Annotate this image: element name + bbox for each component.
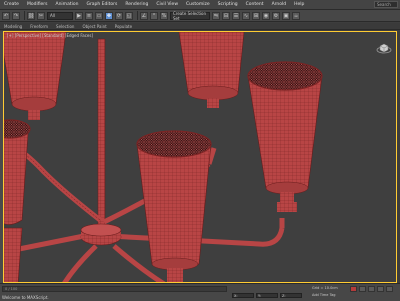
menu-item-create[interactable]: Create	[0, 2, 23, 7]
tab-freeform[interactable]: Freeform	[30, 24, 48, 29]
maxscript-listener[interactable]: Welcome to MAXScript.	[2, 295, 49, 300]
curve-editor-icon[interactable]: ∿	[242, 11, 250, 20]
arm-left-upper	[17, 147, 102, 222]
selection-filter-dropdown[interactable]: All	[47, 11, 73, 20]
viewport-label[interactable]: [+] [Perspective] [Standard] [Edged Face…	[7, 33, 93, 38]
align-icon[interactable]: ⊟	[222, 11, 230, 20]
play-icon[interactable]	[368, 286, 375, 292]
lamp-shade-bottom-left	[4, 227, 23, 282]
menu-item-scripting[interactable]: Scripting	[214, 2, 242, 7]
lamp-mesh-cap-center	[136, 130, 212, 158]
zoom-extents-icon[interactable]	[386, 286, 393, 292]
unlink-icon[interactable]: ✂	[37, 11, 45, 20]
tab-populate[interactable]: Populate	[115, 24, 132, 29]
center-stem	[97, 38, 106, 235]
toolbar-divider	[24, 11, 25, 20]
rotate-icon[interactable]: ⟳	[115, 11, 123, 20]
y-coord-field[interactable]: Y:	[256, 293, 278, 298]
menu-item-civil-view[interactable]: Civil View	[152, 2, 182, 7]
auto-key-icon[interactable]	[350, 286, 357, 292]
menu-item-help[interactable]: Help	[290, 2, 308, 7]
snap-icon[interactable]: ∠	[140, 11, 148, 20]
x-coord-field[interactable]: X:	[232, 293, 254, 298]
select-by-name-icon[interactable]: ≡	[85, 11, 93, 20]
lamp-shade-center	[136, 143, 212, 270]
move-icon[interactable]: ✥	[105, 11, 113, 20]
lamp-shade-right	[247, 75, 323, 194]
toolbar-divider	[137, 11, 138, 20]
layer-icon[interactable]: ☰	[232, 11, 240, 20]
schematic-icon[interactable]: ⊞	[252, 11, 260, 20]
undo-icon[interactable]: ↶	[2, 11, 10, 20]
link-icon[interactable]: ⛓	[27, 11, 35, 20]
arm-front-left	[62, 244, 98, 282]
render-setup-icon[interactable]: ⚙	[272, 11, 280, 20]
material-editor-icon[interactable]: ◉	[262, 11, 270, 20]
lamp-mesh-cap-right	[247, 61, 323, 91]
lamp-shade-left	[4, 125, 29, 225]
tab-modeling[interactable]: Modeling	[4, 24, 22, 29]
scale-icon[interactable]: ◱	[125, 11, 133, 20]
z-coord-field[interactable]: Z:	[280, 293, 302, 298]
status-bar: 0 / 100 Welcome to MAXScript. X: Y: Z: G…	[0, 283, 400, 301]
angle-snap-icon[interactable]: °	[150, 11, 158, 20]
menubar: Create Modifiers Animation Graph Editors…	[0, 0, 400, 10]
viewcube-icon[interactable]	[376, 40, 392, 56]
named-selection-input[interactable]: Create Selection Set	[170, 11, 210, 21]
percent-snap-icon[interactable]: %	[160, 11, 168, 20]
perspective-viewport[interactable]: [+] [Perspective] [Standard] [Edged Face…	[3, 31, 397, 283]
next-frame-icon[interactable]	[377, 286, 384, 292]
select-object-icon[interactable]: ▶	[75, 11, 83, 20]
play-back-icon[interactable]	[359, 286, 366, 292]
menu-item-animation[interactable]: Animation	[52, 2, 83, 7]
menu-item-arnold[interactable]: Arnold	[268, 2, 291, 7]
x-label: X:	[234, 293, 238, 298]
tab-selection[interactable]: Selection	[56, 24, 74, 29]
menu-item-content[interactable]: Content	[242, 2, 268, 7]
y-label: Y:	[258, 293, 261, 298]
ribbon-tabs: Modeling Freeform Selection Object Paint…	[0, 23, 400, 30]
render-frame-icon[interactable]: ▣	[282, 11, 290, 20]
menu-item-rendering[interactable]: Rendering	[121, 2, 152, 7]
arm-back-right	[105, 61, 182, 62]
time-slider[interactable]: 0 / 100	[2, 286, 227, 292]
menu-item-customize[interactable]: Customize	[182, 2, 214, 7]
main-toolbar: ↶ ↷ ⛓ ✂ All ▶ ≡ ▭ ✥ ⟳ ◱ ∠ ° % Create Sel…	[0, 10, 400, 22]
tab-object-paint[interactable]: Object Paint	[82, 24, 106, 29]
menu-item-modifiers[interactable]: Modifiers	[23, 2, 52, 7]
rectangle-selection-icon[interactable]: ▭	[95, 11, 103, 20]
mirror-icon[interactable]: ⇋	[212, 11, 220, 20]
redo-icon[interactable]: ↷	[12, 11, 20, 20]
chandelier-model	[4, 32, 323, 282]
add-time-tag-button[interactable]: Add Time Tag	[312, 293, 336, 297]
z-label: Z:	[282, 293, 286, 298]
search-input[interactable]: Search	[374, 1, 398, 8]
render-icon[interactable]: ☕	[292, 11, 300, 20]
grid-size-label: Grid = 10.0cm	[312, 286, 338, 290]
center-hub-top	[80, 223, 122, 237]
menu-item-graph-editors[interactable]: Graph Editors	[82, 2, 121, 7]
